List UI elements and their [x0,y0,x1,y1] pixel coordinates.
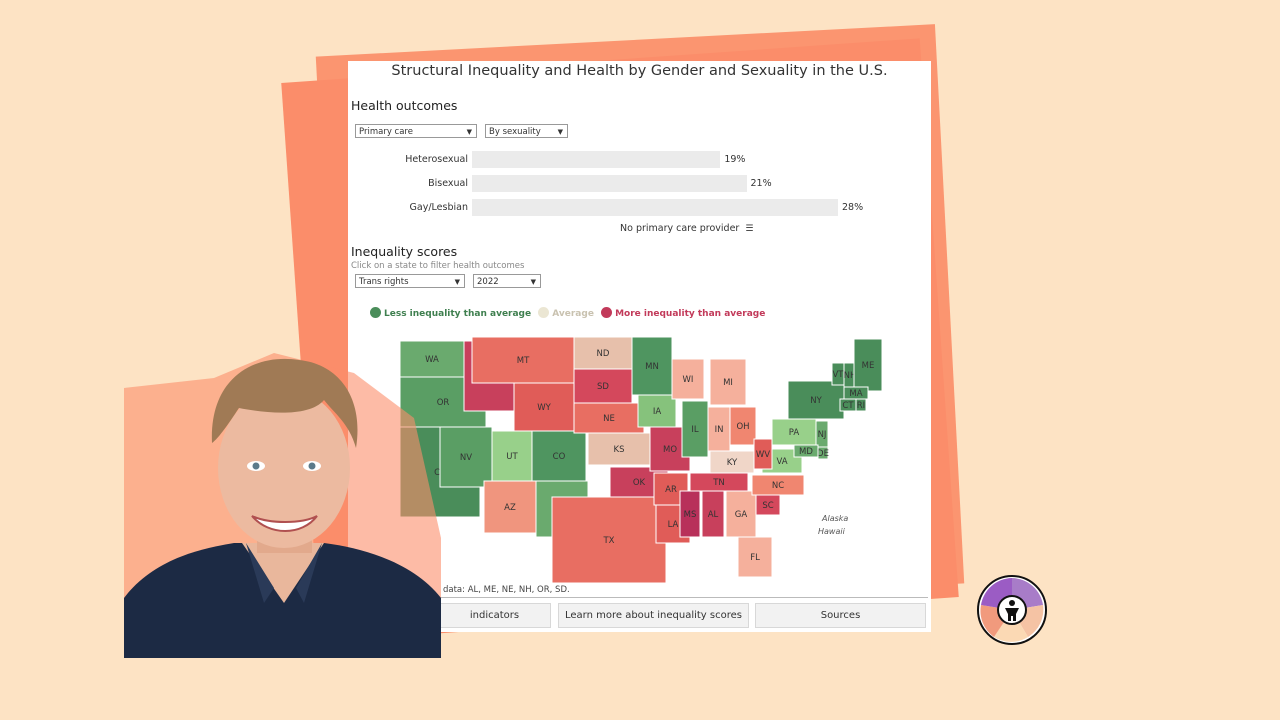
state-label: UT [506,452,518,462]
state-label: AL [708,510,719,520]
chevron-down-icon: ▼ [557,128,563,136]
legend-item-less[interactable]: Less inequality than average [370,307,532,319]
legend-label: Average [552,309,594,319]
legend-label: More inequality than average [615,309,766,319]
dashboard-title: Structural Inequality and Health by Gend… [391,63,888,79]
bar-label: Gay/Lesbian [409,202,468,213]
state-label: VT [832,370,844,380]
state-label: IA [653,407,662,417]
state-label: SD [597,382,609,392]
year-select-value: 2022 [477,277,499,287]
state-label: FL [750,553,760,563]
legend-item-more[interactable]: More inequality than average [601,307,766,319]
indicator-select[interactable]: Trans rights ▼ [355,274,465,288]
state-label: GA [735,510,748,520]
brand-logo-icon [976,575,1048,645]
group-by-select-value: By sexuality [489,127,541,137]
state-label: PA [789,428,800,438]
map-legend: Less inequality than average Average Mor… [370,307,765,319]
year-select[interactable]: 2022 ▼ [473,274,541,288]
bar-value: 28% [842,202,864,213]
legend-dot [538,307,550,318]
state-label: KS [614,445,625,455]
state-label: NC [772,481,784,491]
hawaii-label[interactable]: Hawaii [818,527,846,536]
bar-value: 21% [750,178,772,189]
bar[interactable] [472,151,721,168]
chevron-down-icon: ▼ [530,278,536,286]
axis-note: No primary care provider ☰ [620,223,753,234]
bar[interactable] [472,175,747,192]
sort-icon[interactable]: ☰ [745,224,753,234]
state-label: AR [665,485,677,495]
state-label: MA [849,389,862,399]
health-outcomes-heading: Health outcomes [351,98,458,113]
state-label: MT [517,356,530,366]
axis-note-text: No primary care provider [620,223,740,234]
bar-label: Bisexual [428,178,468,189]
state-label: IL [691,425,699,435]
chevron-down-icon: ▼ [466,128,472,136]
inequality-subtitle: Click on a state to filter health outcom… [351,261,525,271]
state-label: NJ [818,430,827,440]
state-label: TN [712,478,725,488]
map-footnote: data: AL, ME, NE, NH, OR, SD. [443,585,570,595]
bar[interactable] [472,199,838,216]
legend-item-average[interactable]: Average [538,307,594,319]
alaska-label[interactable]: Alaska [821,514,848,523]
state-label: MO [663,445,677,455]
state-label: KY [727,458,738,468]
state-label: ME [862,361,875,371]
chevron-down-icon: ▼ [454,278,460,286]
bar-label: Heterosexual [405,154,468,165]
state-label: OK [633,478,646,488]
state-label: DE [817,449,829,459]
state-label: CT [842,401,854,411]
state-label: SC [762,501,773,511]
state-label: TX [602,536,614,546]
state-label: CO [553,452,566,462]
legend-label: Less inequality than average [384,309,532,319]
state-label: MD [799,447,813,457]
divider [438,597,928,598]
presenter-photo [124,338,441,658]
state-label: VA [776,457,787,467]
legend-dot [370,307,381,318]
legend-dot [601,307,613,318]
state-label: MS [684,510,697,520]
health-outcome-select-value: Primary care [359,127,413,137]
state-label: OH [736,422,749,432]
state-label: NE [603,414,615,424]
state-label: LA [668,520,679,530]
indicator-select-value: Trans rights [359,277,409,287]
indicators-button[interactable]: indicators [438,603,551,628]
state-label: RI [857,401,865,411]
inequality-scores-heading: Inequality scores [351,244,458,259]
state-label: WY [537,403,551,413]
state-label: AZ [504,503,516,513]
state-label: ND [597,349,610,359]
health-outcome-select[interactable]: Primary care ▼ [355,124,477,138]
sources-button[interactable]: Sources [755,603,926,628]
bar-value: 19% [724,154,746,165]
state-label: NV [460,453,472,463]
group-by-select[interactable]: By sexuality ▼ [485,124,568,138]
learn-more-button[interactable]: Learn more about inequality scores [558,603,749,628]
state-label: IN [715,425,724,435]
state-label: WI [683,375,694,385]
state-label: MN [645,362,659,372]
state-label: MI [723,378,733,388]
state-label: NY [810,396,822,406]
state-label: WV [756,450,770,460]
